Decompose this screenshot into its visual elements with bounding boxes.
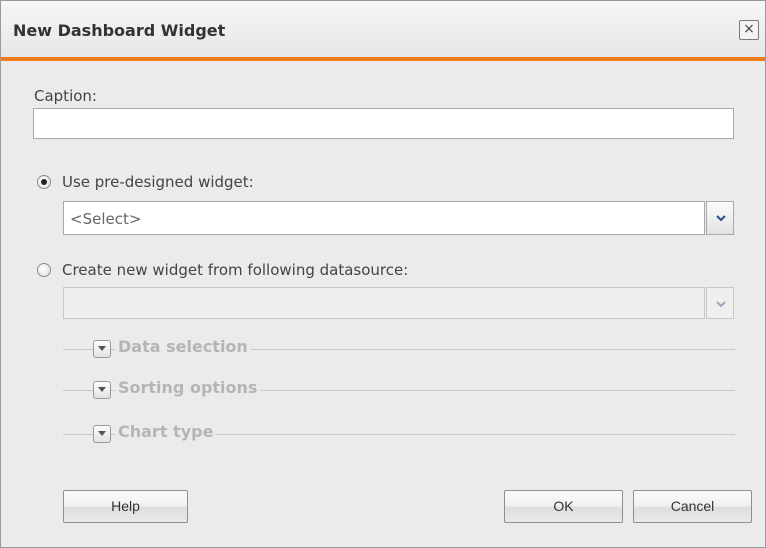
section-title[interactable]: Sorting options: [115, 378, 261, 397]
caption-label: Caption:: [34, 87, 97, 105]
section-chart-type: Chart type: [63, 422, 735, 444]
predesigned-widget-select-value: <Select>: [70, 210, 142, 228]
create-from-datasource-radio[interactable]: [37, 263, 51, 277]
caption-input[interactable]: [33, 108, 734, 139]
datasource-select: [63, 287, 705, 319]
expand-toggle-icon: [98, 387, 106, 392]
predesigned-widget-dropdown-button[interactable]: [706, 201, 734, 235]
create-from-datasource-label[interactable]: Create new widget from following datasou…: [62, 261, 408, 279]
help-button[interactable]: Help: [63, 490, 188, 523]
chart-type-toggle[interactable]: [93, 425, 111, 443]
chevron-down-icon: [716, 215, 726, 222]
dialog-titlebar: New Dashboard Widget ×: [1, 1, 765, 61]
expand-toggle-icon: [98, 431, 106, 436]
section-data-selection: Data selection: [63, 337, 735, 359]
datasource-dropdown-button: [706, 287, 734, 319]
ok-button[interactable]: OK: [504, 490, 623, 523]
radio-selected-dot: [41, 179, 47, 185]
section-sorting-options: Sorting options: [63, 378, 735, 400]
section-title[interactable]: Data selection: [115, 337, 251, 356]
close-button[interactable]: ×: [739, 20, 759, 40]
expand-toggle-icon: [98, 346, 106, 351]
new-dashboard-widget-dialog: New Dashboard Widget × Caption: Use pre-…: [0, 0, 766, 548]
use-predesigned-widget-radio[interactable]: [37, 175, 51, 189]
data-selection-toggle[interactable]: [93, 340, 111, 358]
sorting-options-toggle[interactable]: [93, 381, 111, 399]
use-predesigned-widget-label[interactable]: Use pre-designed widget:: [62, 173, 254, 191]
section-title[interactable]: Chart type: [115, 422, 217, 441]
chevron-down-icon: [716, 301, 726, 308]
cancel-button[interactable]: Cancel: [633, 490, 752, 523]
close-icon: ×: [743, 21, 755, 37]
predesigned-widget-select[interactable]: <Select>: [63, 201, 705, 235]
dialog-title: New Dashboard Widget: [13, 21, 226, 40]
